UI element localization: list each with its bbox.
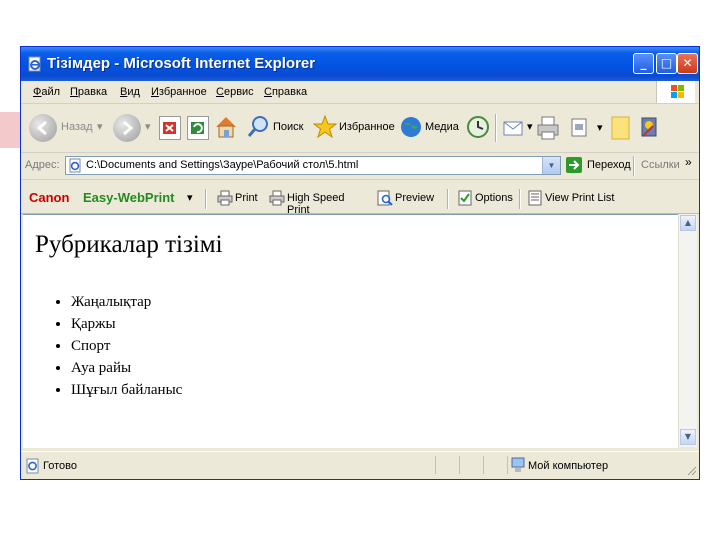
window-title: Тізімдер - Microsoft Internet Explorer <box>47 55 316 72</box>
printer-icon <box>537 116 559 140</box>
status-text: Готово <box>43 460 77 472</box>
media-button[interactable]: Медиа <box>399 114 461 142</box>
address-input[interactable]: C:\Documents and Settings\Зауре\Рабочий … <box>65 156 561 175</box>
star-icon <box>312 114 338 139</box>
forward-arrow-icon <box>113 114 141 142</box>
canon-logo: Canon <box>29 190 70 205</box>
high-speed-print-icon <box>269 190 285 206</box>
stop-icon <box>163 122 176 134</box>
history-icon <box>467 116 489 138</box>
status-bar: Готово Мой компьютер <box>21 451 699 479</box>
rubric-list: Жаңалықтар Қаржы Спорт Ауа райы Шұғыл ба… <box>45 291 182 401</box>
forward-button[interactable]: ▾ <box>113 114 153 142</box>
easy-webprint-menu[interactable]: Easy-WebPrint <box>83 190 175 205</box>
high-speed-print-button[interactable]: High Speed Print <box>269 190 369 216</box>
list-item: Қаржы <box>71 313 182 335</box>
links-chevron[interactable]: » <box>685 155 692 169</box>
ie-page-icon <box>28 56 41 72</box>
messenger-button[interactable] <box>639 114 663 142</box>
status-cell <box>483 456 506 474</box>
options-button[interactable]: Options <box>457 190 517 208</box>
status-cell <box>435 456 458 474</box>
preview-icon <box>377 190 393 206</box>
options-icon <box>458 190 472 206</box>
edit-button[interactable]: ▾ <box>569 116 609 140</box>
menu-view[interactable]: Вид <box>120 86 140 98</box>
page-content: Рубрикалар тізімі Жаңалықтар Қаржы Спорт… <box>23 214 678 448</box>
address-bar: Адрес: C:\Documents and Settings\Зауре\Р… <box>21 153 699 180</box>
edit-document-icon <box>571 118 587 137</box>
standard-toolbar: Назад ▾ ▾ Поиск Избранное Медиа ▾ ▾ <box>21 104 699 153</box>
windows-logo <box>656 81 695 103</box>
address-dropdown-button[interactable]: ▼ <box>542 157 560 174</box>
menu-help[interactable]: Справка <box>264 86 307 98</box>
resize-grip-icon[interactable] <box>685 464 697 476</box>
go-arrow-icon <box>566 157 582 173</box>
menu-favorites[interactable]: Избранное <box>151 86 207 98</box>
canon-separator <box>519 189 521 209</box>
search-button[interactable]: Поиск <box>247 114 307 142</box>
address-separator <box>633 156 635 176</box>
status-page-icon <box>26 458 39 474</box>
close-button[interactable]: ✕ <box>677 53 698 74</box>
ie-window: Тізімдер - Microsoft Internet Explorer _… <box>20 46 700 480</box>
scroll-up-button[interactable]: ▲ <box>680 215 696 231</box>
list-item: Ауа райы <box>71 357 182 379</box>
favorites-button[interactable]: Избранное <box>312 114 399 142</box>
minimize-button[interactable]: _ <box>633 53 654 74</box>
status-zone: Мой компьютер <box>507 456 688 474</box>
canon-dropdown-arrow[interactable]: ▾ <box>187 191 193 204</box>
messenger-icon <box>641 117 657 137</box>
mail-button[interactable]: ▾ <box>501 114 537 142</box>
search-icon <box>247 116 268 137</box>
vertical-scrollbar[interactable]: ▲ ▼ <box>678 214 697 447</box>
view-print-list-button[interactable]: View Print List <box>527 190 617 208</box>
address-label: Адрес: <box>25 159 60 171</box>
canon-separator <box>205 189 207 209</box>
print-button[interactable] <box>535 114 561 142</box>
refresh-button[interactable] <box>187 116 209 140</box>
print-icon <box>217 190 233 206</box>
preview-button[interactable]: Preview <box>377 190 447 208</box>
back-button[interactable]: Назад ▾ <box>29 114 107 142</box>
status-cell <box>459 456 482 474</box>
canon-separator <box>447 189 449 209</box>
title-bar[interactable]: Тізімдер - Microsoft Internet Explorer _… <box>21 47 699 81</box>
media-globe-icon <box>401 117 421 137</box>
refresh-icon <box>191 122 204 134</box>
discuss-button[interactable] <box>611 114 631 142</box>
menu-edit[interactable]: Правка <box>70 86 107 98</box>
list-item: Жаңалықтар <box>71 291 182 313</box>
canon-print-button[interactable]: Print <box>217 190 261 208</box>
back-arrow-icon <box>29 114 57 142</box>
toolbar-separator <box>495 114 497 142</box>
print-list-icon <box>528 190 542 206</box>
home-button[interactable] <box>214 114 238 140</box>
home-icon <box>216 117 236 138</box>
stop-button[interactable] <box>159 116 181 140</box>
history-button[interactable] <box>465 114 491 140</box>
note-icon <box>611 116 630 140</box>
windows-flag-icon <box>671 85 684 98</box>
mail-icon <box>503 121 523 136</box>
list-item: Спорт <box>71 335 182 357</box>
go-button[interactable]: Переход <box>565 156 633 176</box>
menu-file[interactable]: Файл <box>33 86 60 98</box>
scroll-down-button[interactable]: ▼ <box>680 429 696 445</box>
list-item: Шұғыл байланыс <box>71 379 182 401</box>
page-icon <box>69 158 81 173</box>
menu-tools[interactable]: Сервис <box>216 86 254 98</box>
menu-bar: Файл Правка Вид Избранное Сервис Справка <box>21 81 699 104</box>
canon-toolbar: Canon Easy-WebPrint ▾ Print High Speed P… <box>21 185 699 216</box>
page-title: Рубрикалар тізімі <box>35 231 223 258</box>
maximize-button[interactable]: □ <box>656 53 677 74</box>
links-label[interactable]: Ссылки <box>641 159 680 171</box>
computer-icon <box>511 457 525 472</box>
